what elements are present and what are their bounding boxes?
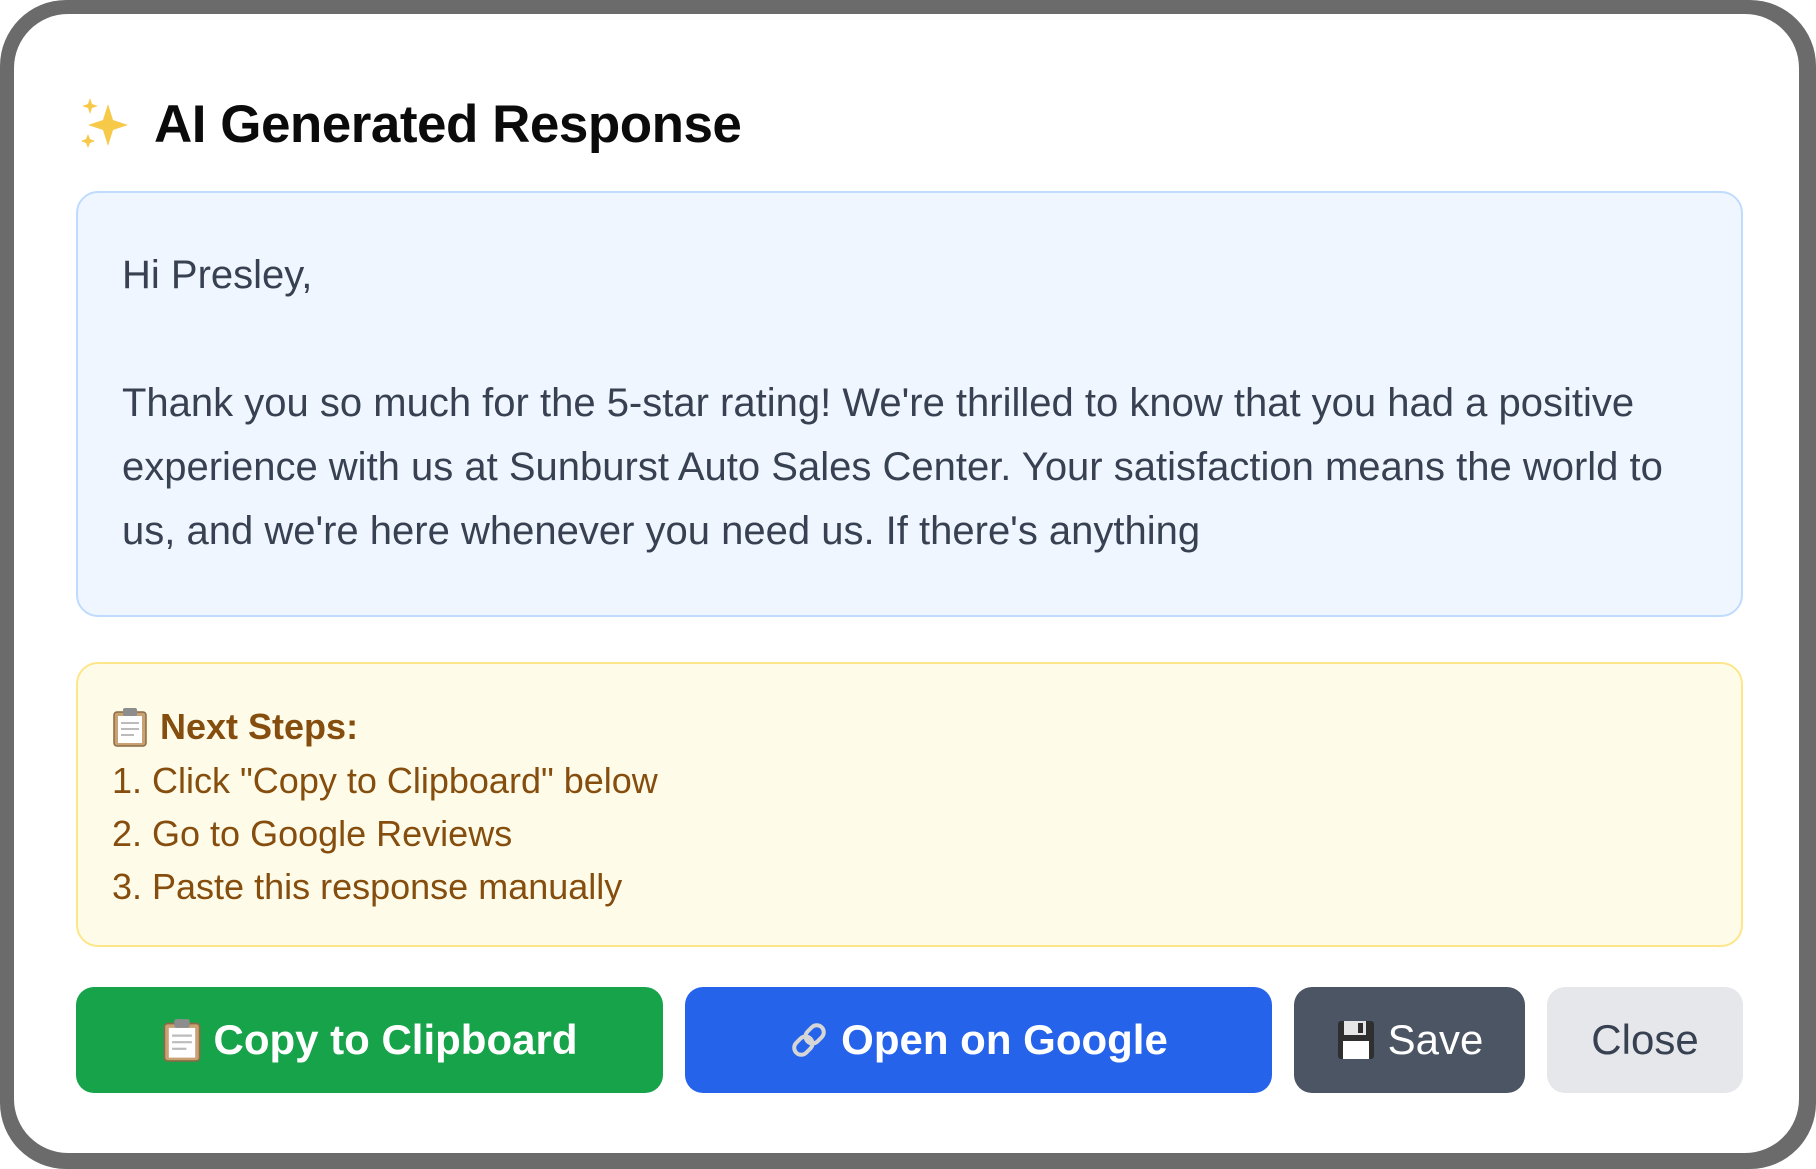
- copy-button-label: Copy to Clipboard: [213, 1016, 578, 1063]
- ai-response-dialog: AI Generated Response Hi Presley, Thank …: [14, 14, 1799, 1153]
- window-frame: AI Generated Response Hi Presley, Thank …: [0, 0, 1816, 1169]
- action-buttons: Copy to Clipboard Open on Google Save Cl…: [76, 987, 1743, 1093]
- sparkles-icon: [81, 98, 128, 148]
- close-button[interactable]: Close: [1547, 987, 1743, 1093]
- next-steps-panel: Next Steps: 1. Click "Copy to Clipboard"…: [76, 662, 1743, 947]
- copy-to-clipboard-button[interactable]: Copy to Clipboard: [76, 987, 663, 1093]
- next-step-item: 3. Paste this response manually: [112, 866, 623, 907]
- floppy-disk-icon: [1337, 1021, 1374, 1059]
- open-on-google-button[interactable]: Open on Google: [685, 987, 1272, 1093]
- link-icon: [792, 1023, 826, 1057]
- google-button-label: Open on Google: [841, 1016, 1168, 1063]
- clipboard-icon: [163, 1019, 200, 1062]
- next-step-item: 2. Go to Google Reviews: [112, 813, 513, 854]
- dialog-title: AI Generated Response: [154, 94, 742, 154]
- next-step-item: 1. Click "Copy to Clipboard" below: [112, 760, 658, 801]
- response-greeting: Hi Presley,: [122, 253, 313, 297]
- save-button[interactable]: Save: [1294, 987, 1525, 1093]
- response-body: Thank you so much for the 5-star rating!…: [122, 381, 1675, 553]
- next-steps-heading: Next Steps:: [112, 700, 1709, 754]
- close-button-label: Close: [1591, 1016, 1699, 1063]
- save-button-label: Save: [1387, 1016, 1484, 1063]
- clipboard-icon: [113, 708, 147, 747]
- dialog-header: AI Generated Response: [78, 74, 742, 174]
- response-textbox[interactable]: Hi Presley, Thank you so much for the 5-…: [76, 191, 1743, 617]
- next-steps-title: Next Steps:: [160, 706, 359, 747]
